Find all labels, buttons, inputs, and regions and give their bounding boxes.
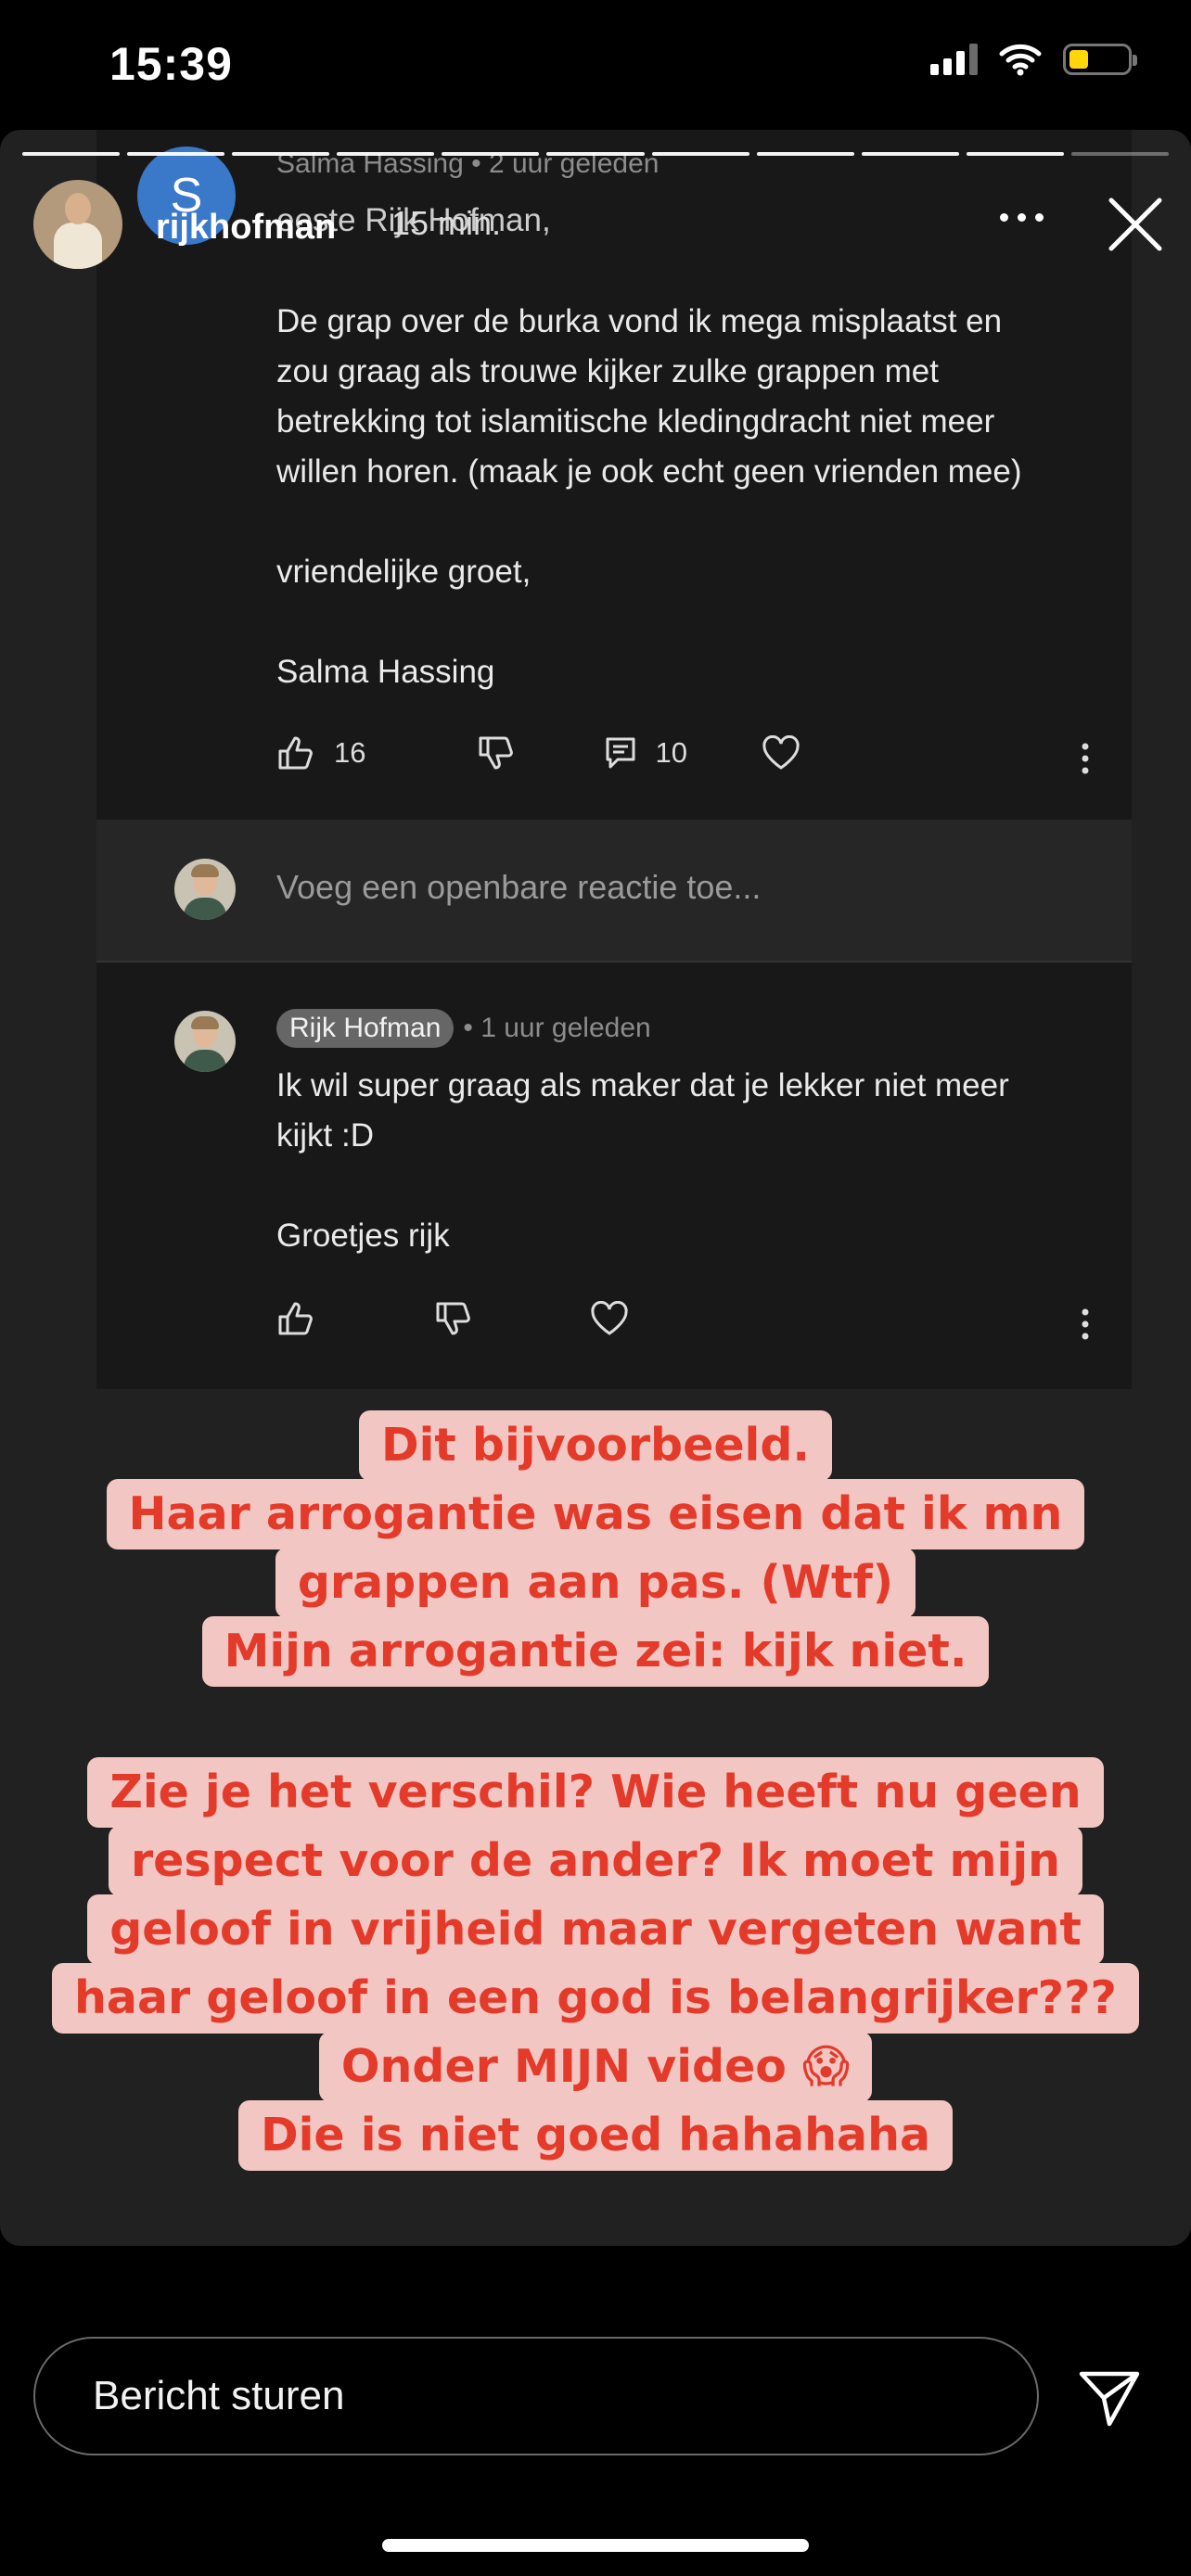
close-icon[interactable] xyxy=(1106,195,1165,254)
comment-body: De grap over de burka vond ik mega mispl… xyxy=(276,303,1022,490)
more-icon[interactable] xyxy=(1000,213,1044,222)
heart-icon xyxy=(591,1301,628,1335)
caption-line: Onder MIJN video 😱 xyxy=(318,2032,873,2102)
story-view[interactable]: S Salma Hassing • 2 uur geleden eeste Ri… xyxy=(0,130,1191,2246)
story-username[interactable]: rijkhofman xyxy=(156,208,336,248)
thumbs-down-icon xyxy=(436,1302,470,1335)
reply-input-placeholder: Voeg een openbare reactie toe... xyxy=(276,868,762,906)
comment-signature: Salma Hassing xyxy=(276,654,495,690)
send-icon[interactable] xyxy=(1076,2365,1143,2431)
heart-icon xyxy=(762,735,800,770)
comment-actions: 16 10 xyxy=(276,734,800,772)
wifi-icon xyxy=(999,44,1042,76)
progress-segment xyxy=(337,152,435,156)
comment-screenshot: S Salma Hassing • 2 uur geleden eeste Ri… xyxy=(96,130,1132,1389)
status-icons xyxy=(930,43,1137,76)
caption-line: Dit bijvoorbeeld. xyxy=(358,1410,833,1481)
progress-segment xyxy=(442,152,540,156)
caption-line: geloof in vrijheid maar vergeten want xyxy=(87,1894,1104,1965)
caption-block-2: Zie je het verschil? Wie heeft nu geen r… xyxy=(0,1754,1191,2171)
comment-closing: vriendelijke groet, xyxy=(276,554,531,590)
progress-segment xyxy=(966,152,1064,156)
caption-line: haar geloof in een god is belangrijker??… xyxy=(52,1963,1139,2034)
caption-block-1: Dit bijvoorbeeld. Haar arrogantie was ei… xyxy=(0,1408,1191,1687)
progress-segment xyxy=(1070,152,1170,156)
reply-time: • 1 uur geleden xyxy=(463,1013,651,1043)
caption-line: grappen aan pas. (Wtf) xyxy=(275,1548,916,1618)
reply-signoff: Groetjes rijk xyxy=(276,1218,450,1254)
message-input[interactable]: Bericht sturen xyxy=(33,2337,1039,2455)
thumbs-down-icon xyxy=(479,736,514,770)
reply-meta: Rijk Hofman • 1 uur geleden xyxy=(276,1009,651,1048)
thumbs-up-icon xyxy=(278,736,313,770)
progress-segment xyxy=(861,152,959,156)
progress-segment xyxy=(232,152,330,156)
progress-segment xyxy=(546,152,645,156)
reply-actions xyxy=(276,1300,629,1337)
reply-author-badge: Rijk Hofman xyxy=(276,1009,455,1048)
reply-count: 10 xyxy=(655,736,687,769)
caption-line: Mijn arrogantie zei: kijk niet. xyxy=(201,1616,990,1687)
story-progress xyxy=(22,152,1170,156)
like-action: 16 xyxy=(276,734,365,772)
caption-line: Haar arrogantie was eisen dat ik mn xyxy=(106,1479,1085,1549)
battery-icon xyxy=(1063,44,1137,75)
caption-line: respect voor de ander? Ik moet mijn xyxy=(108,1826,1082,1896)
reply-action: 10 xyxy=(605,736,687,770)
story-user-avatar[interactable] xyxy=(33,180,122,269)
kebab-icon xyxy=(1082,1308,1089,1340)
progress-segment xyxy=(651,152,749,156)
progress-segment xyxy=(22,152,121,156)
progress-segment xyxy=(756,152,854,156)
status-time: 15:39 xyxy=(109,38,233,90)
like-count: 16 xyxy=(334,736,366,769)
caption-line: Zie je het verschil? Wie heeft nu geen xyxy=(87,1757,1104,1828)
kebab-icon xyxy=(1082,743,1089,774)
progress-segment xyxy=(127,152,225,156)
viewer-avatar xyxy=(174,859,236,920)
story-time: 15 min. xyxy=(391,204,502,242)
reply-icon xyxy=(606,737,635,769)
signal-icon xyxy=(930,44,978,75)
caption-line: Die is niet goed hahahaha xyxy=(237,2100,954,2171)
thumbs-up-icon xyxy=(278,1302,313,1335)
reply-avatar xyxy=(174,1011,236,1072)
home-indicator[interactable] xyxy=(382,2539,809,2552)
message-placeholder: Bericht sturen xyxy=(93,2373,345,2418)
reply-body: Ik wil super graag als maker dat je lekk… xyxy=(276,1067,1009,1154)
